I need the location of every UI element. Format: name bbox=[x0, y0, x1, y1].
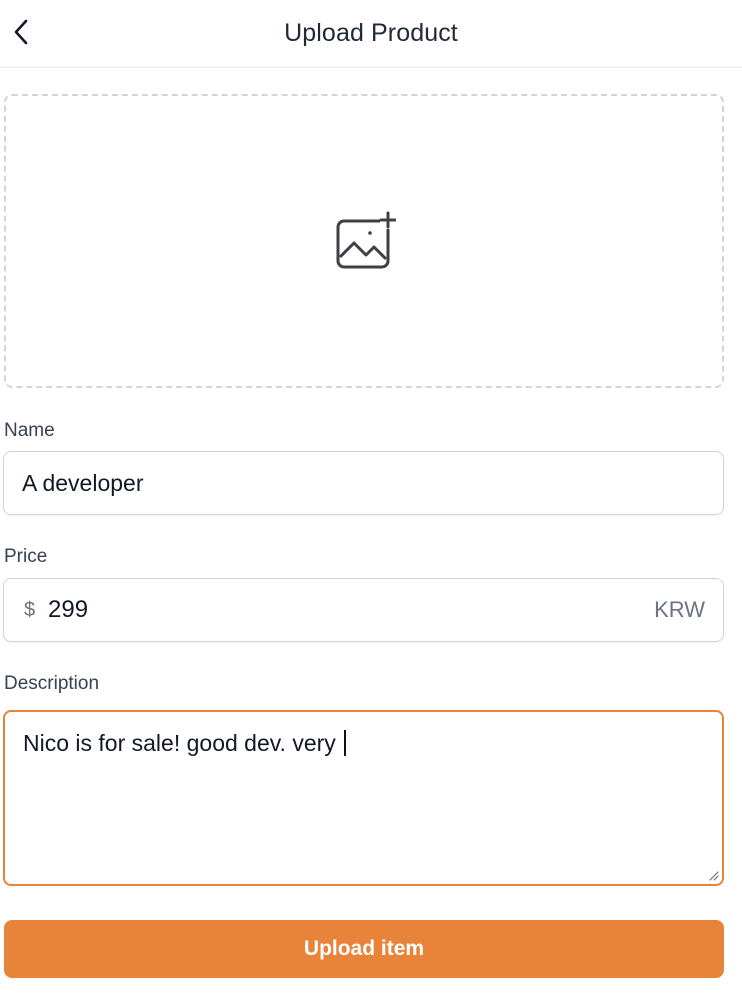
description-text: Nico is for sale! good dev. very bbox=[23, 730, 343, 756]
text-cursor bbox=[344, 730, 346, 756]
page-title: Upload Product bbox=[284, 19, 458, 47]
photo-upload-area[interactable] bbox=[4, 94, 724, 388]
currency-prefix: $ bbox=[24, 598, 36, 621]
price-field: $ KRW bbox=[3, 578, 724, 642]
price-input[interactable] bbox=[46, 579, 655, 641]
resize-handle-icon[interactable] bbox=[707, 869, 719, 881]
price-label: Price bbox=[4, 546, 48, 567]
currency-suffix: KRW bbox=[654, 597, 705, 622]
chevron-left-icon bbox=[14, 19, 28, 45]
top-bar: Upload Product bbox=[0, 0, 742, 68]
description-label: Description bbox=[4, 673, 100, 694]
description-textarea[interactable]: Nico is for sale! good dev. very bbox=[3, 710, 724, 886]
name-input[interactable] bbox=[4, 452, 723, 514]
upload-item-button[interactable]: Upload item bbox=[4, 920, 724, 978]
image-add-icon bbox=[336, 211, 396, 269]
back-button[interactable] bbox=[6, 14, 36, 50]
name-field bbox=[3, 451, 724, 515]
name-label: Name bbox=[4, 420, 55, 441]
